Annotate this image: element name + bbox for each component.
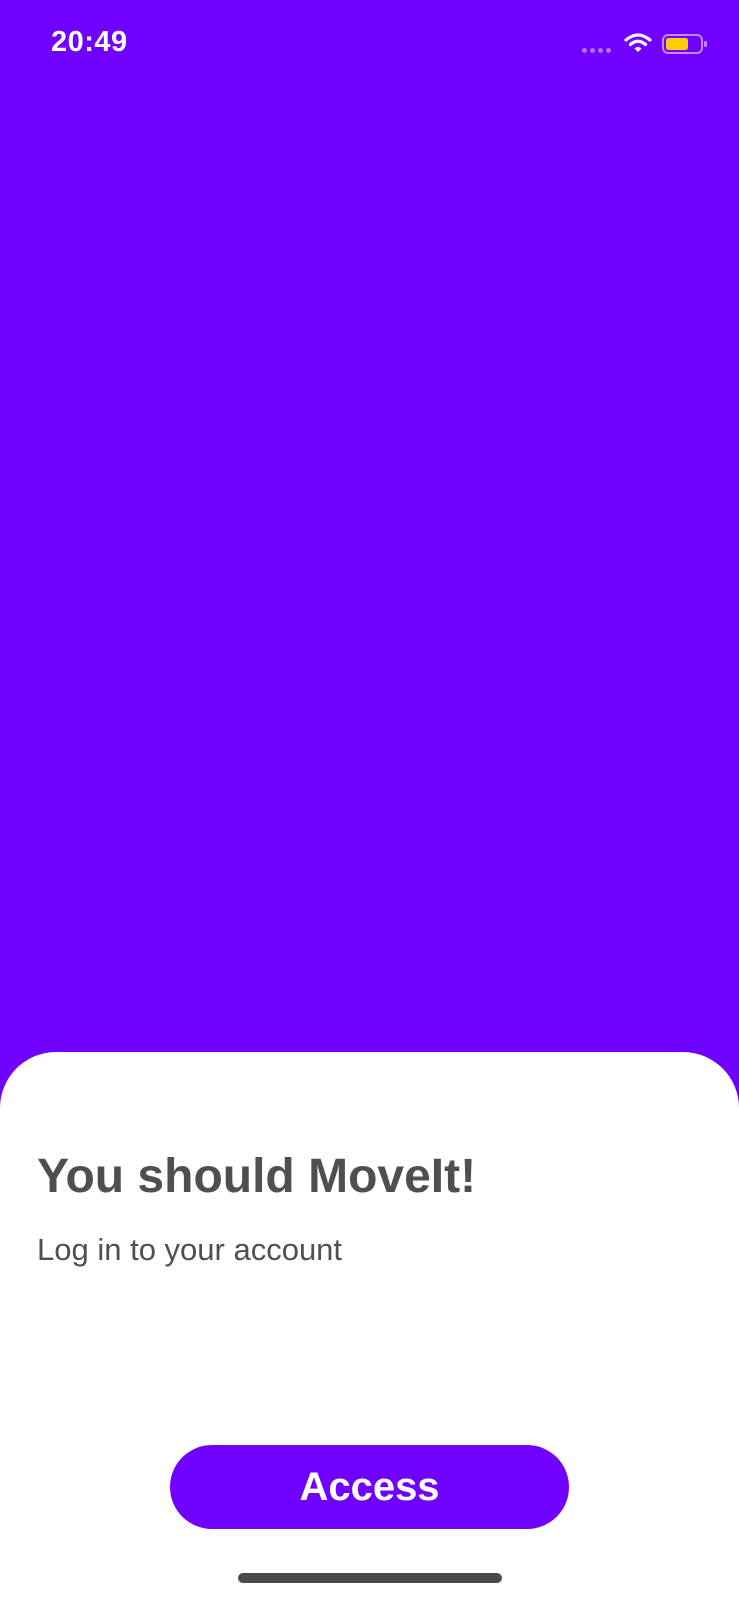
sheet-subtitle: Log in to your account xyxy=(37,1232,343,1267)
wifi-icon xyxy=(624,33,652,52)
app-screen: 20:49 You should MoveIt! Log in to your … xyxy=(0,0,739,1600)
status-bar: 20:49 xyxy=(0,0,739,90)
battery-icon xyxy=(662,34,707,54)
status-time: 20:49 xyxy=(51,26,128,58)
login-bottom-sheet: You should MoveIt! Log in to your accoun… xyxy=(0,1052,739,1600)
access-button[interactable]: Access xyxy=(170,1445,569,1529)
home-indicator[interactable] xyxy=(238,1573,502,1583)
signal-icon xyxy=(582,48,611,53)
sheet-title: You should MoveIt! xyxy=(37,1150,477,1203)
